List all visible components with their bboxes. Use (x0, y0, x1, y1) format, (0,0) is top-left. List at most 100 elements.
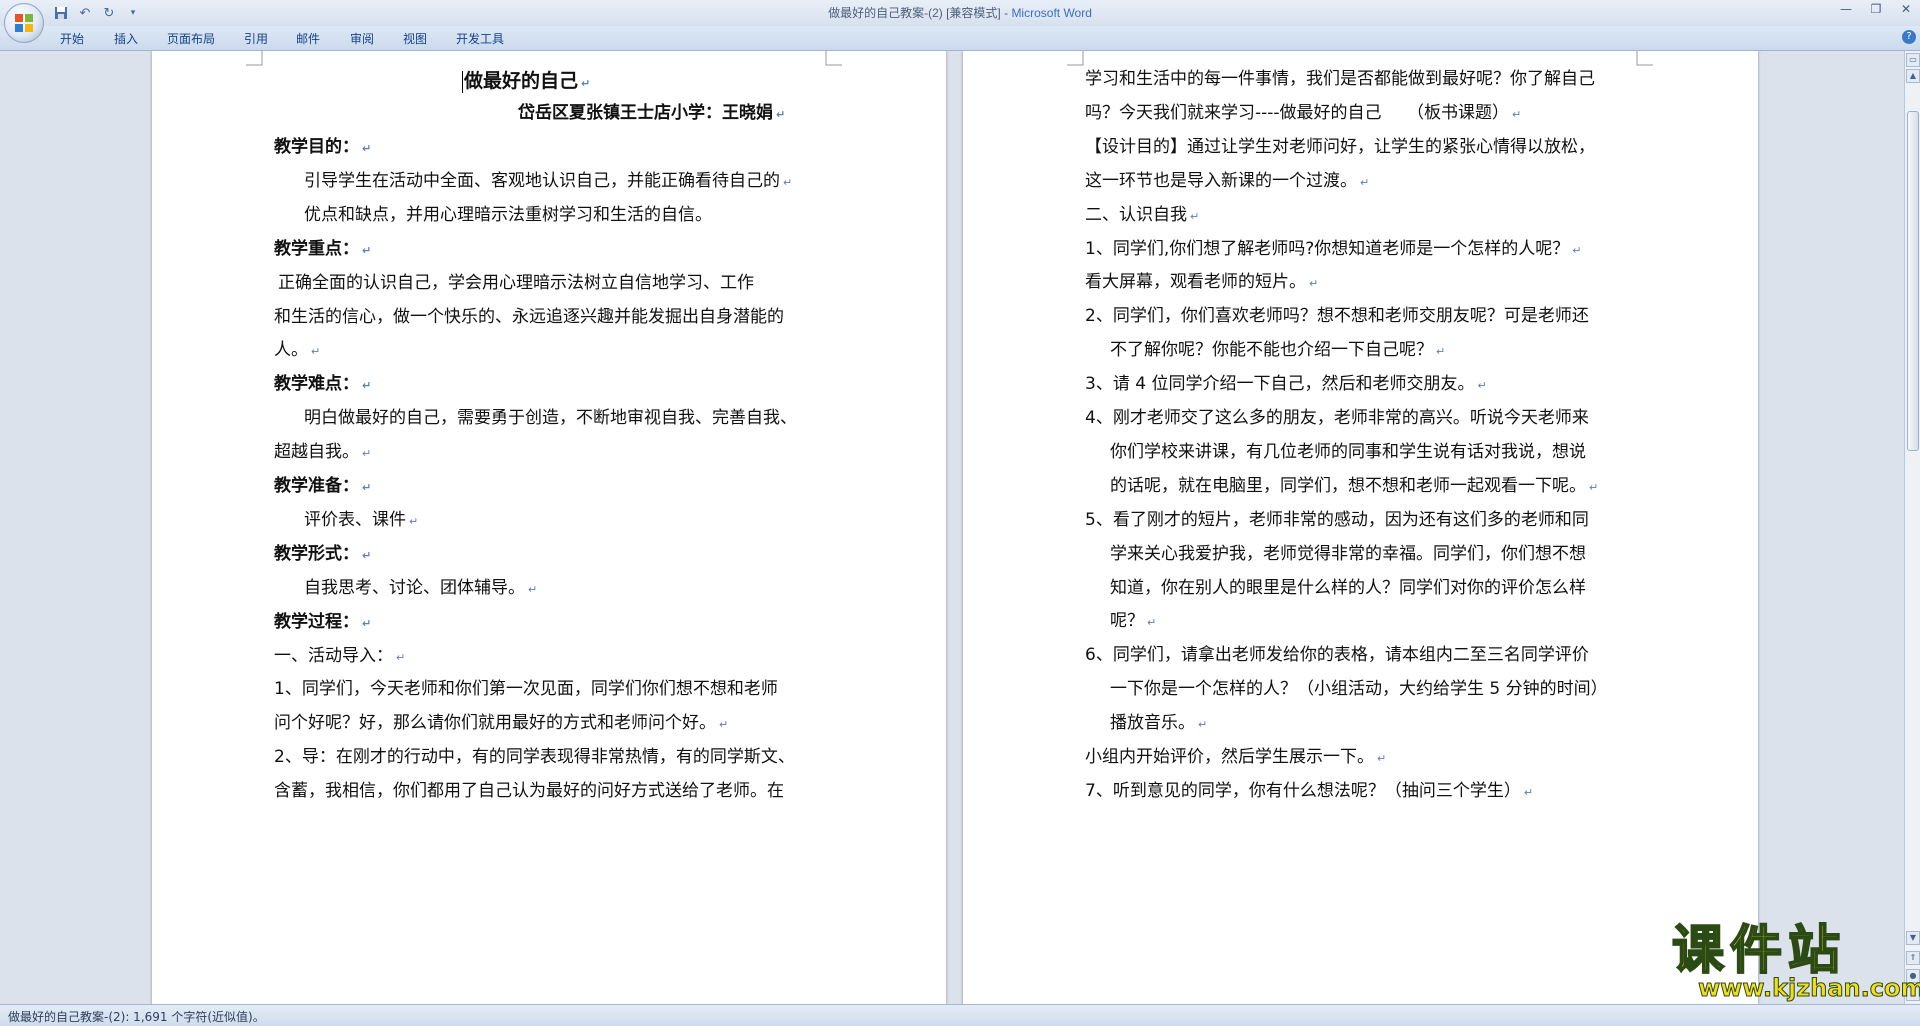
line-text: 和生活的信心，做一个快乐的、永远追逐兴趣并能发掘出自身潜能的 (274, 306, 784, 327)
paragraph-line: 【设计目的】通过让学生对老师问好，让学生的紧张心情得以放松， (1085, 135, 1595, 159)
line-text: 5、看了刚才的短片，老师非常的感动，因为还有这们多的老师和同 (1085, 509, 1589, 530)
document-page-right[interactable]: 学习和生活中的每一件事情，我们是否都能做到最好呢？你了解自己 吗？今天我们就来学习… (963, 51, 1758, 1004)
paragraph-mark-icon: ↵ (1198, 718, 1208, 732)
office-button[interactable] (4, 3, 44, 43)
paragraph-mark-icon: ↵ (362, 379, 372, 393)
scroll-down-icon[interactable]: ▼ (1906, 931, 1920, 945)
paragraph-mark-icon: ↵ (1436, 345, 1446, 359)
paragraph-line: 超越自我。 ↵ (274, 440, 371, 466)
text-cursor (462, 70, 463, 93)
line-text: 的话呢，就在电脑里，同学们，想不想和老师一起观看一下呢。 (1110, 475, 1586, 496)
line-text: 人。 (274, 340, 308, 361)
paragraph-line: 一下你是一个怎样的人？（小组活动，大约给学生 5 分钟的时间） (1110, 677, 1608, 701)
paragraph-line: 人。 ↵ (274, 338, 320, 364)
line-text: 问个好呢？好，那么请你们就用最好的方式和老师问个好。 (274, 713, 716, 734)
line-text: 教学准备： (274, 476, 359, 496)
line-text: 播放音乐。 (1110, 713, 1195, 734)
paragraph-mark-icon: ↵ (719, 718, 729, 732)
paragraph-line: 问个好呢？好，那么请你们就用最好的方式和老师问个好。 ↵ (274, 711, 728, 737)
tab-references[interactable]: 引用 (244, 30, 268, 47)
restore-icon[interactable]: ❐ (1868, 2, 1884, 16)
paragraph-line: 优点和缺点，并用心理暗示法重树学习和生活的自信。 (304, 203, 712, 227)
paragraph-mark-icon: ↵ (1589, 480, 1599, 494)
margin-corner-mark (1636, 51, 1653, 66)
line-text: 4、刚才老师交了这么多的朋友，老师非常的高兴。听说今天老师来 (1085, 408, 1589, 428)
help-icon[interactable]: ? (1902, 30, 1916, 44)
document-page-left[interactable]: 做最好的自己 ↵ 岱岳区夏张镇王士店小学：王晓娟 ↵ 教学目的： ↵ 引导学生在活动中全面、… (152, 51, 946, 1004)
section-heading: 教学重点： ↵ (274, 237, 371, 263)
paragraph-mark-icon: ↵ (581, 77, 591, 90)
tab-page-layout[interactable]: 页面布局 (167, 30, 215, 47)
window-controls: — ❐ ✕ (1838, 2, 1914, 16)
word-count[interactable]: 做最好的自己教案-(2): 1,691 个字符(近似值)。 (8, 1008, 265, 1025)
paragraph-line: 二、认识自我 ↵ (1085, 203, 1199, 229)
paragraph-mark-icon: ↵ (776, 108, 786, 121)
paragraph-line: 学来关心我爱护我，老师觉得非常的幸福。同学们，你们想不想 (1110, 542, 1586, 566)
tab-developer[interactable]: 开发工具 (456, 30, 504, 47)
minimize-icon[interactable]: — (1838, 2, 1854, 16)
paragraph-line: 一、活动导入： ↵ (274, 644, 405, 670)
line-text: 正确全面的认识自己，学会用心理暗示法树立自信地学习、工作 (278, 272, 754, 293)
paragraph-mark-icon: ↵ (1309, 277, 1319, 291)
paragraph-line: 5、看了刚才的短片，老师非常的感动，因为还有这们多的老师和同 (1085, 508, 1589, 532)
watermark-text: 课件站 (1671, 921, 1847, 981)
watermark-logo: 课件站 www.kjzhan.com (1662, 921, 1920, 1003)
line-text: 看大屏幕，观看老师的短片。 (1085, 272, 1306, 293)
paragraph-mark-icon: ↵ (1477, 379, 1487, 393)
line-text: 教学重点： (274, 238, 359, 259)
line-text: 自我思考、讨论、团体辅导。 (304, 577, 525, 598)
line-text: 3、请 4 位同学介绍一下自己，然后和老师交朋友。 (1085, 374, 1475, 395)
scrollbar-thumb[interactable] (1907, 111, 1919, 451)
line-text: 明白做最好的自己，需要勇于创造，不断地审视自我、完善自我、 (304, 408, 797, 429)
close-icon[interactable]: ✕ (1898, 2, 1914, 16)
tab-review[interactable]: 审阅 (350, 30, 374, 47)
ruler-toggle-icon[interactable]: ▭ (1906, 53, 1920, 67)
line-text: 1、同学们，今天老师和你们第一次见面，同学们你们想不想和老师 (274, 679, 778, 700)
line-text: 【设计目的】通过让学生对老师问好，让学生的紧张心情得以放松， (1085, 136, 1595, 157)
paragraph-line: 看大屏幕，观看老师的短片。 ↵ (1085, 270, 1318, 296)
ribbon-tabs: 开始 插入 页面布局 引用 邮件 审阅 视图 开发工具 ? (0, 26, 1920, 51)
line-text: 超越自我。 (274, 442, 359, 463)
vertical-scrollbar[interactable]: ▭ ▲ ▼ ⇑ ● ⇓ (1904, 51, 1920, 1004)
paragraph-mark-icon: ↵ (1147, 616, 1157, 630)
paragraph-line: 1、同学们,你们想了解老师吗?你想知道老师是一个怎样的人呢？ ↵ (1085, 237, 1581, 263)
line-text: 评价表、课件 (304, 509, 406, 530)
tab-mailings[interactable]: 邮件 (296, 30, 320, 47)
line-text: 呢？ (1110, 611, 1144, 632)
tab-view[interactable]: 视图 (403, 30, 427, 47)
paragraph-line: 不了解你呢？你能不能也介绍一下自己呢？ ↵ (1110, 338, 1445, 364)
paragraph-line: 引导学生在活动中全面、客观地认识自己，并能正确看待自己的 ↵ (304, 169, 792, 195)
line-text: 做最好的自己 (464, 70, 579, 92)
paragraph-mark-icon: ↵ (1360, 175, 1370, 189)
section-heading: 教学准备： ↵ (274, 474, 371, 500)
paragraph-line: 呢？ ↵ (1110, 609, 1156, 635)
line-text: 教学过程： (274, 611, 359, 632)
tab-insert[interactable]: 插入 (114, 30, 138, 47)
document-workspace: 做最好的自己 ↵ 岱岳区夏张镇王士店小学：王晓娟 ↵ 教学目的： ↵ 引导学生在活动中全面、… (0, 51, 1904, 1004)
paragraph-mark-icon: ↵ (1377, 752, 1387, 765)
margin-corner-mark (246, 51, 263, 66)
paragraph-line: 2、导：在刚才的行动中，有的同学表现得非常热情，有的同学斯文、 (274, 745, 795, 769)
line-text: 一下你是一个怎样的人？（小组活动，大约给学生 5 分钟的时间） (1110, 679, 1608, 700)
line-text: 这一环节也是导入新课的一个过渡。 (1085, 170, 1357, 191)
line-text: 学来关心我爱护我，老师觉得非常的幸福。同学们，你们想不想 (1110, 543, 1586, 564)
paragraph-line: 小组内开始评价，然后学生展示一下。 ↵ (1085, 745, 1386, 771)
line-text: 7、听到意见的同学，你有什么想法呢？（抽问三个学生） (1085, 780, 1521, 801)
line-text: 优点和缺点，并用心理暗示法重树学习和生活的自信。 (304, 204, 712, 225)
scroll-up-icon[interactable]: ▲ (1906, 69, 1920, 83)
paragraph-line: 知道，你在别人的眼里是什么样的人？同学们对你的评价怎么样 (1110, 576, 1586, 600)
previous-page-icon[interactable]: ⇑ (1906, 951, 1920, 965)
tab-home[interactable]: 开始 (60, 30, 84, 47)
line-text: 小组内开始评价，然后学生展示一下。 (1085, 747, 1374, 767)
line-text: 2、导：在刚才的行动中，有的同学表现得非常热情，有的同学斯文、 (274, 747, 795, 768)
paragraph-line: 和生活的信心，做一个快乐的、永远追逐兴趣并能发掘出自身潜能的 (274, 305, 784, 329)
line-text: 6、同学们，请拿出老师发给你的表格，请本组内二至三名同学评价 (1085, 645, 1589, 666)
line-text: 含蓄，我相信，你们都用了自己认为最好的问好方式送给了老师。在 (274, 781, 784, 802)
paragraph-mark-icon: ↵ (362, 616, 372, 630)
paragraph-mark-icon: ↵ (362, 548, 372, 562)
paragraph-mark-icon: ↵ (409, 514, 419, 528)
paragraph-line: 7、听到意见的同学，你有什么想法呢？（抽问三个学生） ↵ (1085, 779, 1533, 805)
line-text: 一、活动导入： (274, 645, 393, 666)
paragraph-mark-icon: ↵ (528, 582, 538, 596)
line-text: 2、同学们，你们喜欢老师吗？想不想和老师交朋友呢？可是老师还 (1085, 306, 1589, 327)
